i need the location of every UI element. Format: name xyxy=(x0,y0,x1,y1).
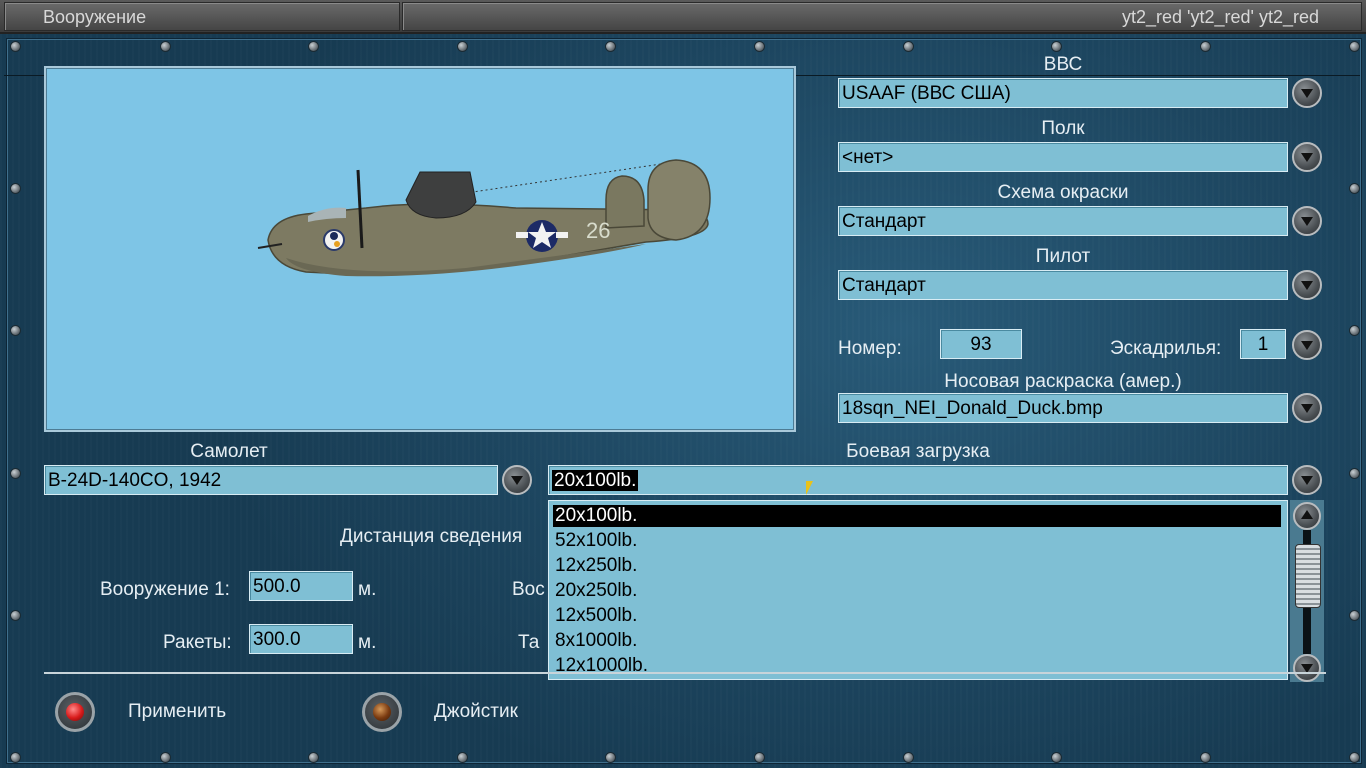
squadron-dropdown-button[interactable] xyxy=(1292,330,1322,360)
weapon1-label: Вооружение 1: xyxy=(100,579,230,600)
amber-lamp-icon xyxy=(373,703,391,721)
nose-art-dropdown-button[interactable] xyxy=(1292,393,1322,423)
aircraft-select[interactable]: B-24D-140CO, 1942 xyxy=(44,465,498,495)
loadout-option[interactable]: 12x500lb. xyxy=(553,605,1281,627)
nose-art-label: Носовая раскраска (амер.) xyxy=(944,371,1182,392)
window-title: Вооружение xyxy=(43,7,147,27)
weapon1-unit: м. xyxy=(358,579,377,600)
rockets-unit: м. xyxy=(358,632,377,653)
user-label: yt2_red 'yt2_red' yt2_red xyxy=(1122,7,1319,27)
rivet xyxy=(754,752,765,763)
scroll-up-button[interactable] xyxy=(1293,502,1321,530)
rivet xyxy=(10,183,21,194)
rivet xyxy=(903,41,914,52)
rivet xyxy=(308,41,319,52)
rockets-field[interactable]: 300.0 xyxy=(249,624,353,654)
pilot-dropdown-button[interactable] xyxy=(1292,270,1322,300)
loadout-option[interactable]: 52x100lb. xyxy=(553,530,1281,552)
nose-art-select[interactable]: 18sqn_NEI_Donald_Duck.bmp xyxy=(838,393,1288,423)
loadout-label: Боевая загрузка xyxy=(846,441,990,462)
number-label: Номер: xyxy=(838,338,902,359)
loadout-select[interactable]: 20x100lb. xyxy=(548,465,1288,495)
weapon2-label: Вос xyxy=(512,579,545,600)
rivet xyxy=(1349,325,1360,336)
title-bar-right: yt2_red 'yt2_red' yt2_red xyxy=(402,2,1362,31)
vvs-label: ВВС xyxy=(1043,54,1083,75)
pilot-select[interactable]: Стандарт xyxy=(838,270,1288,300)
number-field[interactable]: 93 xyxy=(940,329,1022,359)
vvs-dropdown-button[interactable] xyxy=(1292,78,1322,108)
aircraft-image: 26 xyxy=(257,159,711,277)
weapon1-field[interactable]: 500.0 xyxy=(249,571,353,601)
rivet xyxy=(457,752,468,763)
apply-label[interactable]: Применить xyxy=(128,701,226,723)
regiment-dropdown-button[interactable] xyxy=(1292,142,1322,172)
joystick-button[interactable] xyxy=(362,692,402,732)
regiment-label: Полк xyxy=(1041,118,1085,139)
title-bar-left: Вооружение xyxy=(4,2,400,31)
rivet xyxy=(10,610,21,621)
vvs-select[interactable]: USAAF (ВВС США) xyxy=(838,78,1288,108)
paint-scheme-select[interactable]: Стандарт xyxy=(838,206,1288,236)
loadout-option[interactable]: 12x250lb. xyxy=(553,555,1281,577)
rivet xyxy=(754,41,765,52)
loadout-option[interactable]: 8x1000lb. xyxy=(553,630,1281,652)
rivet xyxy=(1051,752,1062,763)
rivet xyxy=(10,468,21,479)
loadout-dropdown-button[interactable] xyxy=(1292,465,1322,495)
rivet xyxy=(308,752,319,763)
scroll-thumb[interactable] xyxy=(1295,544,1321,608)
red-lamp-icon xyxy=(66,703,84,721)
bottom-divider xyxy=(44,672,1326,674)
tail-number: 26 xyxy=(586,218,610,243)
rockets-label: Ракеты: xyxy=(163,632,232,653)
loadout-option[interactable]: 20x100lb. xyxy=(553,505,1281,527)
rivet xyxy=(1349,41,1360,52)
aircraft-label: Самолет xyxy=(190,441,268,462)
rivet xyxy=(903,752,914,763)
loadout-options-list[interactable]: 20x100lb. 52x100lb. 12x250lb. 20x250lb. … xyxy=(548,500,1288,680)
rivet xyxy=(10,325,21,336)
pilot-label: Пилот xyxy=(1035,246,1091,267)
rivet xyxy=(160,752,171,763)
rivet xyxy=(160,41,171,52)
rivet xyxy=(457,41,468,52)
loadout-scrollbar[interactable] xyxy=(1290,500,1324,682)
squadron-field[interactable]: 1 xyxy=(1240,329,1286,359)
regiment-select[interactable]: <нет> xyxy=(838,142,1288,172)
rivet xyxy=(605,41,616,52)
rivet xyxy=(1200,752,1211,763)
rivet xyxy=(10,41,21,52)
paint-scheme-label: Схема окраски xyxy=(997,182,1129,203)
squadron-label: Эскадрилья: xyxy=(1110,338,1222,359)
rivet xyxy=(10,752,21,763)
rivet xyxy=(1051,41,1062,52)
convergence-label: Дистанция сведения xyxy=(340,526,523,547)
rivet xyxy=(1349,752,1360,763)
joystick-label[interactable]: Джойстик xyxy=(434,701,518,723)
paint-scheme-dropdown-button[interactable] xyxy=(1292,206,1322,236)
loadout-current-value: 20x100lb. xyxy=(552,470,639,491)
loadout-option[interactable]: 20x250lb. xyxy=(553,580,1281,602)
rivet xyxy=(1200,41,1211,52)
apply-button[interactable] xyxy=(55,692,95,732)
rivet xyxy=(1349,610,1360,621)
title-bar: Вооружение yt2_red 'yt2_red' yt2_red xyxy=(0,0,1366,34)
aircraft-dropdown-button[interactable] xyxy=(502,465,532,495)
scroll-down-button[interactable] xyxy=(1293,654,1321,682)
aircraft-preview: 26 xyxy=(44,66,796,432)
rivet xyxy=(1349,183,1360,194)
rivet xyxy=(1349,468,1360,479)
delay-label: Та xyxy=(518,632,540,653)
mouse-cursor xyxy=(806,481,813,495)
rivet xyxy=(605,752,616,763)
